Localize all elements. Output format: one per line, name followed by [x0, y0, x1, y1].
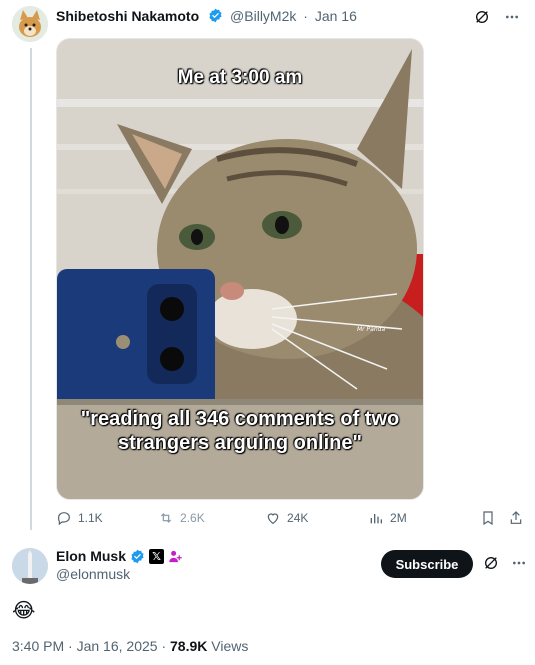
avatar[interactable] [12, 548, 48, 584]
avatar[interactable] [12, 6, 48, 42]
secondary-actions [480, 510, 524, 526]
author-handle[interactable]: @BillyM2k [230, 8, 296, 24]
rocket-avatar-icon [12, 548, 48, 584]
reply-icon [58, 512, 70, 526]
bookmark-icon[interactable] [480, 510, 496, 526]
more-icon[interactable] [510, 554, 528, 572]
grok-icon[interactable] [482, 554, 500, 572]
watermark: Mr Panda [357, 326, 385, 333]
main-tweet-actions-top [482, 554, 528, 572]
tweet-date[interactable]: Jan 16, 2025 [77, 638, 158, 654]
reply-button[interactable]: 1.1K [56, 510, 158, 526]
more-icon[interactable] [503, 8, 521, 26]
share-icon[interactable] [508, 510, 524, 526]
tweet-metadata: 3:40 PM · Jan 16, 2025 · 78.9K Views [12, 638, 249, 654]
author-name[interactable]: Elon Musk [56, 548, 126, 564]
shiba-avatar-icon [12, 6, 48, 42]
like-count: 24K [287, 511, 309, 525]
retweet-button[interactable]: 2.6K [158, 510, 265, 526]
author-handle[interactable]: @elonmusk [56, 566, 183, 582]
views-count: 78.9K [170, 638, 208, 654]
tweet-date[interactable]: Jan 16 [315, 8, 357, 24]
reply-count: 1.1K [78, 511, 103, 525]
subscribe-button[interactable]: Subscribe [381, 550, 473, 578]
views-label: Views [211, 638, 249, 654]
quoted-tweet-header: Shibetoshi Nakamoto @BillyM2k · Jan 16 [56, 8, 357, 24]
tweet-text: 😂 [12, 600, 36, 622]
meme-image[interactable]: Mr Panda Me at 3:00 am "reading all 346 … [56, 38, 424, 500]
main-tweet-header: Elon Musk 𝕏 @elonmusk [56, 548, 183, 582]
verified-icon [209, 8, 222, 23]
like-icon [267, 513, 279, 525]
thread-connector-line [30, 48, 32, 530]
like-button[interactable]: 24K [265, 510, 368, 526]
affiliate-icon [169, 550, 182, 562]
meme-bottom-caption: "reading all 346 comments of two strange… [80, 408, 400, 454]
views-button[interactable]: 2M [368, 510, 480, 526]
tweet-time[interactable]: 3:40 PM [12, 638, 64, 654]
quoted-tweet-actions-top [473, 8, 521, 26]
grok-icon[interactable] [473, 8, 491, 26]
author-name[interactable]: Shibetoshi Nakamoto [56, 8, 199, 24]
views-icon [370, 514, 383, 524]
retweet-icon [160, 513, 172, 523]
x-badge-icon: 𝕏 [149, 548, 165, 564]
retweet-count: 2.6K [180, 511, 205, 525]
quoted-tweet-action-bar: 1.1K 2.6K 24K 2M [56, 510, 524, 526]
meme-top-caption: Me at 3:00 am [177, 67, 303, 88]
verified-icon [131, 549, 144, 563]
views-count: 2M [390, 511, 407, 525]
